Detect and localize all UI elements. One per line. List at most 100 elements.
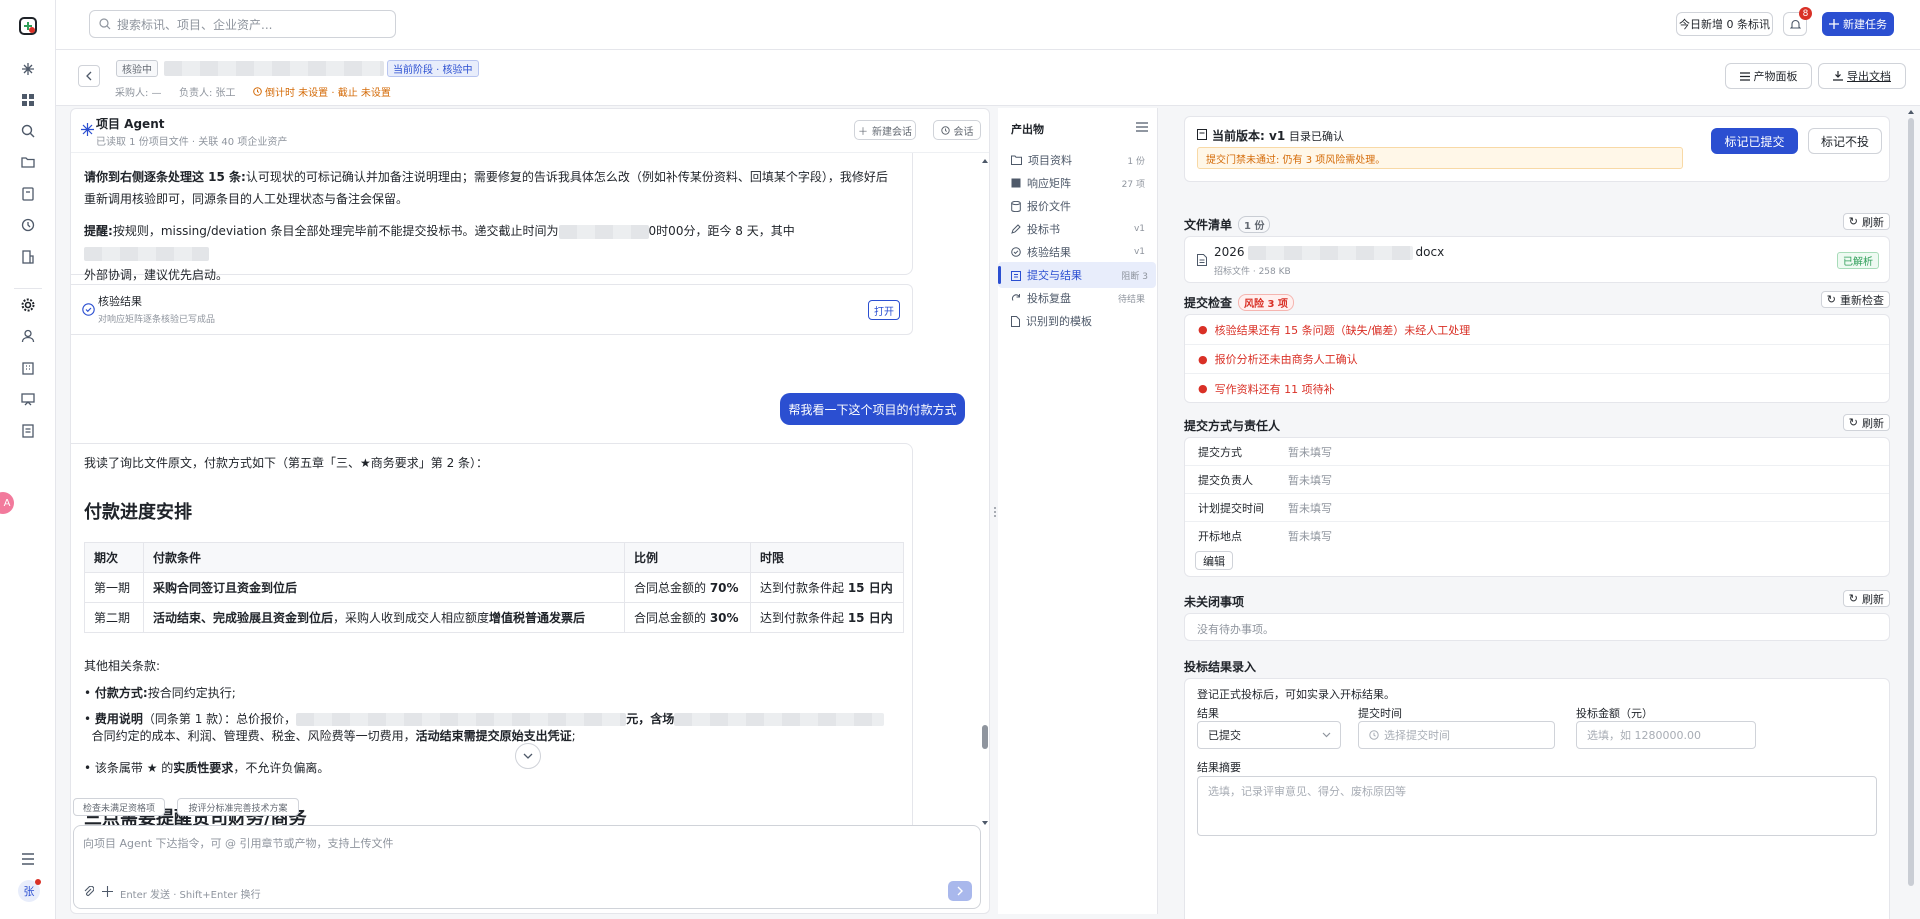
open-items-empty: 没有待办事项。: [1197, 623, 1274, 636]
result-hint: 登记正式投标后，可如实录入开标结果。: [1197, 688, 1395, 701]
condition-cell: 采购合同签订且资金到位后: [143, 572, 625, 603]
chat-scrollbar[interactable]: [981, 155, 989, 829]
plus-icon: ＋: [858, 126, 868, 138]
refresh-icon: ↻: [1848, 215, 1858, 228]
redacted-text: [674, 713, 885, 726]
menu-icon[interactable]: [1136, 122, 1148, 132]
submit-time-picker[interactable]: 选择提交时间: [1358, 721, 1555, 749]
agent-header: 项目 Agent 已读取 1 份项目文件 · 关联 40 项企业资产 ＋新建会话…: [71, 109, 989, 153]
agent-chat-panel: 项目 Agent 已读取 1 份项目文件 · 关联 40 项企业资产 ＋新建会话…: [70, 108, 990, 914]
ratio-cell: 合同总金额的 70%: [624, 572, 751, 603]
new-task-button[interactable]: 新建任务: [1822, 12, 1894, 36]
file-item[interactable]: 2026 docx 招标文件 · 258 KB 已解析: [1184, 236, 1890, 283]
company-icon[interactable]: [19, 359, 37, 377]
suggestion-chip[interactable]: 按评分标准完善技术方案: [177, 798, 299, 816]
search-input[interactable]: 搜索标讯、项目、企业资产...: [117, 16, 272, 33]
verify-result-card[interactable]: 核验结果 对响应矩阵逐条核验已写成品 打开: [71, 284, 913, 335]
user-icon[interactable]: [19, 327, 37, 345]
method-table: 提交方式 暂未填写 提交负责人 暂未填写 计划提交时间 暂未填写 开标地点 暂未填写 编…: [1184, 437, 1890, 577]
folder-icon: [1011, 155, 1022, 165]
submission-panel: 当前版本: v1 目录已确认 提交门禁未通过: 仍有 3 项风险需处理。 标记已…: [1168, 108, 1920, 919]
suggestion-chip[interactable]: 检查未满足资格项: [73, 798, 165, 816]
app-logo[interactable]: [18, 16, 38, 36]
user-message: 帮我看一下这个项目的付款方式: [780, 393, 965, 425]
sessions-button[interactable]: 会话: [933, 120, 981, 140]
condition-cell: 活动结束、完成验展且资金到位后，采购人收到成交人相应额度增值税普通发票后: [143, 602, 625, 633]
payment-schedule-heading: 付款进度安排: [84, 502, 192, 523]
open-verify-button[interactable]: 打开: [868, 300, 900, 320]
risk-badge: 风险 3 项: [1238, 294, 1294, 311]
today-new-button[interactable]: 今日新增 0 条标讯: [1676, 12, 1773, 36]
attach-icon[interactable]: [83, 886, 94, 897]
menu-icon[interactable]: [19, 850, 37, 868]
gear-icon[interactable]: [19, 296, 37, 314]
edit-method-button[interactable]: 编辑: [1195, 551, 1233, 570]
project-header: 核验中 当前阶段 · 核验中 采购人: — 负责人: 张工 倒计时 未设置 · …: [56, 50, 1920, 106]
search-icon[interactable]: [19, 122, 37, 140]
chevron-left-icon: [85, 71, 93, 81]
summary-textarea[interactable]: 选填，记录评审意见、得分、废标原因等: [1197, 776, 1877, 836]
file-meta: 招标文件 · 258 KB: [1214, 267, 1291, 277]
table-header: 期次: [84, 542, 144, 573]
avatar-status-dot: [35, 879, 41, 885]
active-indicator: [998, 266, 1001, 284]
check-list: ● 核验结果还有 15 条问题（缺失/偏差）未经人工处理 ● 报价分析还未由商务人工…: [1184, 314, 1890, 403]
document-icon[interactable]: [19, 422, 37, 440]
mark-submitted-button[interactable]: 标记已提交: [1711, 128, 1798, 154]
countdown: 倒计时 未设置 · 截止 未设置: [253, 84, 391, 99]
notification-button[interactable]: 8: [1783, 7, 1812, 36]
bell-icon: [1789, 19, 1801, 30]
global-search[interactable]: 搜索标讯、项目、企业资产...: [89, 10, 396, 38]
pen-icon: [1011, 224, 1021, 234]
artifacts-panel: 产出物 项目资料 1 份 响应矩阵 27 项 报价文件 投标书 v1 核验结果 v1 提…: [998, 108, 1158, 914]
files-count: 1 份: [1238, 216, 1271, 233]
building-icon[interactable]: [19, 248, 37, 266]
export-doc-button[interactable]: 导出文档: [1818, 63, 1906, 89]
back-button[interactable]: [78, 65, 100, 87]
board-icon[interactable]: [19, 390, 37, 408]
verify-card-subtitle: 对响应矩阵逐条核验已写成品: [98, 315, 216, 325]
avatar[interactable]: 张: [18, 879, 41, 902]
chevron-down-icon: [1322, 732, 1331, 738]
book-icon[interactable]: [19, 185, 37, 203]
file-icon: [1197, 129, 1207, 140]
sparkle-icon[interactable]: [19, 60, 37, 78]
table-header-row: 期次 付款条件 比例 时限: [84, 542, 904, 573]
recheck-button[interactable]: ↻ 重新检查: [1820, 291, 1890, 308]
artifact-panel-button[interactable]: 产物面板: [1725, 63, 1812, 89]
top-bar: 搜索标讯、项目、企业资产... 今日新增 0 条标讯 8 新建任务: [56, 0, 1920, 50]
method-row: 提交负责人 暂未填写: [1185, 466, 1889, 494]
redacted-text: [296, 713, 627, 726]
bullet-item: • 付款方式:按合同约定执行;: [84, 686, 236, 700]
download-icon: [1833, 71, 1843, 81]
amount-label: 投标金额（元）: [1576, 707, 1653, 720]
bid-amount-input[interactable]: 选填，如 1280000.00: [1576, 721, 1756, 749]
clock-icon: [1369, 730, 1379, 740]
result-select[interactable]: 已提交: [1197, 721, 1341, 749]
mark-not-bid-button[interactable]: 标记不投: [1808, 128, 1882, 154]
send-button[interactable]: [948, 881, 972, 901]
folder-icon[interactable]: [19, 153, 37, 171]
grid-icon[interactable]: [19, 91, 37, 109]
notification-badge: 8: [1799, 7, 1812, 20]
scroll-to-bottom-button[interactable]: [515, 743, 541, 769]
ai-assistant-bubble[interactable]: A: [0, 492, 14, 514]
chevron-down-icon: [523, 753, 533, 759]
history-icon: [940, 125, 950, 135]
open-items-refresh-button[interactable]: ↻ 刷新: [1842, 590, 1890, 607]
page-scrollbar[interactable]: [1908, 108, 1914, 898]
method-refresh-button[interactable]: ↻ 刷新: [1842, 414, 1890, 431]
clock-icon[interactable]: [19, 216, 37, 234]
search-icon: [99, 18, 111, 30]
version-status: 目录已确认: [1289, 130, 1344, 143]
owner-label: 负责人: 张工: [179, 88, 236, 99]
method-row: 计划提交时间 暂未填写: [1185, 494, 1889, 522]
composer-box: 向项目 Agent 下达指令，可 @ 引用章节或产物，支持上传文件 Enter …: [73, 825, 981, 909]
files-refresh-button[interactable]: ↻ 刷新: [1842, 213, 1890, 230]
composer-input[interactable]: 向项目 Agent 下达指令，可 @ 引用章节或产物，支持上传文件: [83, 835, 394, 851]
sparkle-icon[interactable]: [102, 886, 113, 897]
artifact-item-templates[interactable]: 识别到的模板: [1003, 308, 1153, 334]
message-list[interactable]: 请你到右侧逐条处理这 15 条:认可现状的可标记确认并加备注说明理由；需要修复的…: [71, 153, 989, 833]
matrix-icon: [1011, 178, 1021, 188]
new-session-button[interactable]: ＋新建会话: [854, 120, 916, 140]
